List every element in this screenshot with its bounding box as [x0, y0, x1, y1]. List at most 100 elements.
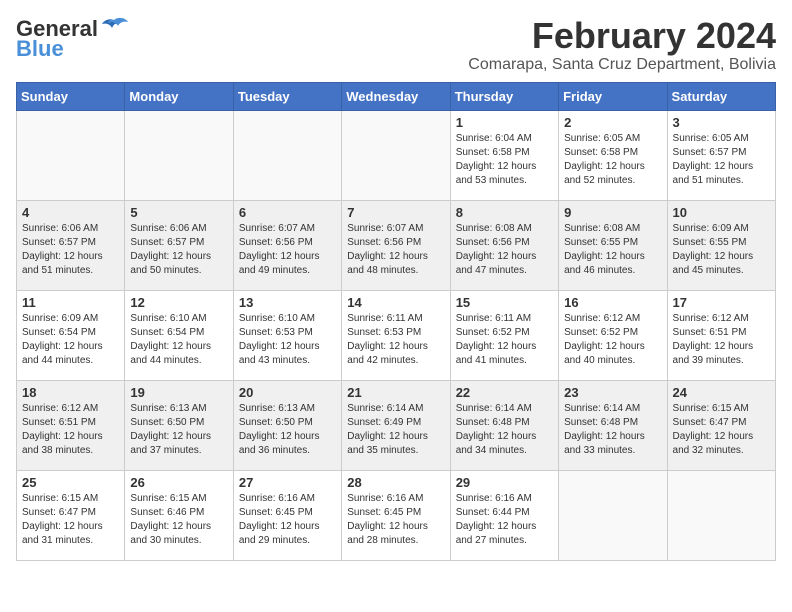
day-number: 18	[22, 385, 119, 400]
day-number: 7	[347, 205, 444, 220]
weekday-header-tuesday: Tuesday	[233, 82, 341, 110]
day-number: 26	[130, 475, 227, 490]
calendar-cell: 13 Sunrise: 6:10 AM Sunset: 6:53 PM Dayli…	[233, 290, 341, 380]
logo: General Blue	[16, 16, 128, 62]
day-number: 22	[456, 385, 553, 400]
day-number: 21	[347, 385, 444, 400]
calendar-cell: 10 Sunrise: 6:09 AM Sunset: 6:55 PM Dayli…	[667, 200, 775, 290]
calendar-table: SundayMondayTuesdayWednesdayThursdayFrid…	[16, 82, 776, 561]
day-info: Sunrise: 6:12 AM Sunset: 6:52 PM Dayligh…	[564, 312, 661, 368]
weekday-header-thursday: Thursday	[450, 82, 558, 110]
weekday-header-monday: Monday	[125, 82, 233, 110]
calendar-week-row: 11Sunrise: 6:09 AM Sunset: 6:54 PM Dayli…	[17, 290, 776, 380]
day-number: 24	[673, 385, 770, 400]
calendar-cell: 8 Sunrise: 6:08 AM Sunset: 6:56 PM Daylig…	[450, 200, 558, 290]
calendar-week-row: 1Sunrise: 6:04 AM Sunset: 6:58 PM Daylig…	[17, 110, 776, 200]
calendar-cell: 19 Sunrise: 6:13 AM Sunset: 6:50 PM Dayli…	[125, 380, 233, 470]
day-number: 2	[564, 115, 661, 130]
day-info: Sunrise: 6:13 AM Sunset: 6:50 PM Dayligh…	[239, 402, 336, 458]
day-info: Sunrise: 6:16 AM Sunset: 6:44 PM Dayligh…	[456, 492, 553, 548]
day-info: Sunrise: 6:14 AM Sunset: 6:48 PM Dayligh…	[456, 402, 553, 458]
day-info: Sunrise: 6:06 AM Sunset: 6:57 PM Dayligh…	[130, 222, 227, 278]
day-number: 3	[673, 115, 770, 130]
calendar-cell: 24 Sunrise: 6:15 AM Sunset: 6:47 PM Dayli…	[667, 380, 775, 470]
calendar-cell: 17 Sunrise: 6:12 AM Sunset: 6:51 PM Dayli…	[667, 290, 775, 380]
day-info: Sunrise: 6:10 AM Sunset: 6:53 PM Dayligh…	[239, 312, 336, 368]
day-number: 14	[347, 295, 444, 310]
calendar-cell: 12 Sunrise: 6:10 AM Sunset: 6:54 PM Dayli…	[125, 290, 233, 380]
day-number: 10	[673, 205, 770, 220]
calendar-cell	[667, 470, 775, 560]
calendar-cell: 29 Sunrise: 6:16 AM Sunset: 6:44 PM Dayli…	[450, 470, 558, 560]
day-info: Sunrise: 6:07 AM Sunset: 6:56 PM Dayligh…	[239, 222, 336, 278]
day-info: Sunrise: 6:08 AM Sunset: 6:56 PM Dayligh…	[456, 222, 553, 278]
calendar-cell: 18 Sunrise: 6:12 AM Sunset: 6:51 PM Dayli…	[17, 380, 125, 470]
day-number: 20	[239, 385, 336, 400]
calendar-cell: 5Sunrise: 6:06 AM Sunset: 6:57 PM Daylig…	[125, 200, 233, 290]
day-number: 8	[456, 205, 553, 220]
calendar-cell	[125, 110, 233, 200]
calendar-cell: 25 Sunrise: 6:15 AM Sunset: 6:47 PM Dayli…	[17, 470, 125, 560]
day-info: Sunrise: 6:12 AM Sunset: 6:51 PM Dayligh…	[673, 312, 770, 368]
calendar-cell: 1Sunrise: 6:04 AM Sunset: 6:58 PM Daylig…	[450, 110, 558, 200]
calendar-cell: 4Sunrise: 6:06 AM Sunset: 6:57 PM Daylig…	[17, 200, 125, 290]
day-number: 9	[564, 205, 661, 220]
calendar-cell: 7 Sunrise: 6:07 AM Sunset: 6:56 PM Daylig…	[342, 200, 450, 290]
calendar-cell: 9 Sunrise: 6:08 AM Sunset: 6:55 PM Daylig…	[559, 200, 667, 290]
logo-bird-icon	[100, 16, 128, 38]
calendar-cell: 16 Sunrise: 6:12 AM Sunset: 6:52 PM Dayli…	[559, 290, 667, 380]
day-info: Sunrise: 6:13 AM Sunset: 6:50 PM Dayligh…	[130, 402, 227, 458]
day-number: 28	[347, 475, 444, 490]
calendar-cell: 2 Sunrise: 6:05 AM Sunset: 6:58 PM Daylig…	[559, 110, 667, 200]
day-number: 23	[564, 385, 661, 400]
day-info: Sunrise: 6:15 AM Sunset: 6:46 PM Dayligh…	[130, 492, 227, 548]
calendar-cell: 21Sunrise: 6:14 AM Sunset: 6:49 PM Dayli…	[342, 380, 450, 470]
calendar-cell: 11Sunrise: 6:09 AM Sunset: 6:54 PM Dayli…	[17, 290, 125, 380]
calendar-cell	[342, 110, 450, 200]
day-number: 12	[130, 295, 227, 310]
weekday-header-row: SundayMondayTuesdayWednesdayThursdayFrid…	[17, 82, 776, 110]
day-number: 11	[22, 295, 119, 310]
weekday-header-friday: Friday	[559, 82, 667, 110]
day-info: Sunrise: 6:15 AM Sunset: 6:47 PM Dayligh…	[673, 402, 770, 458]
calendar-cell: 14 Sunrise: 6:11 AM Sunset: 6:53 PM Dayli…	[342, 290, 450, 380]
day-info: Sunrise: 6:11 AM Sunset: 6:53 PM Dayligh…	[347, 312, 444, 368]
day-info: Sunrise: 6:15 AM Sunset: 6:47 PM Dayligh…	[22, 492, 119, 548]
day-number: 16	[564, 295, 661, 310]
weekday-header-wednesday: Wednesday	[342, 82, 450, 110]
calendar-cell: 6 Sunrise: 6:07 AM Sunset: 6:56 PM Daylig…	[233, 200, 341, 290]
day-number: 6	[239, 205, 336, 220]
day-number: 25	[22, 475, 119, 490]
day-number: 19	[130, 385, 227, 400]
calendar-cell: 3 Sunrise: 6:05 AM Sunset: 6:57 PM Daylig…	[667, 110, 775, 200]
day-info: Sunrise: 6:12 AM Sunset: 6:51 PM Dayligh…	[22, 402, 119, 458]
calendar-cell	[17, 110, 125, 200]
day-info: Sunrise: 6:05 AM Sunset: 6:57 PM Dayligh…	[673, 132, 770, 188]
day-info: Sunrise: 6:08 AM Sunset: 6:55 PM Dayligh…	[564, 222, 661, 278]
page-title: February 2024	[468, 16, 776, 56]
day-info: Sunrise: 6:16 AM Sunset: 6:45 PM Dayligh…	[239, 492, 336, 548]
logo-blue: Blue	[16, 36, 64, 62]
weekday-header-sunday: Sunday	[17, 82, 125, 110]
day-info: Sunrise: 6:04 AM Sunset: 6:58 PM Dayligh…	[456, 132, 553, 188]
day-info: Sunrise: 6:10 AM Sunset: 6:54 PM Dayligh…	[130, 312, 227, 368]
title-section: February 2024 Comarapa, Santa Cruz Depar…	[468, 16, 776, 74]
calendar-cell: 22 Sunrise: 6:14 AM Sunset: 6:48 PM Dayli…	[450, 380, 558, 470]
day-info: Sunrise: 6:06 AM Sunset: 6:57 PM Dayligh…	[22, 222, 119, 278]
day-number: 29	[456, 475, 553, 490]
day-info: Sunrise: 6:05 AM Sunset: 6:58 PM Dayligh…	[564, 132, 661, 188]
day-number: 17	[673, 295, 770, 310]
page-header: General Blue February 2024 Comarapa, San…	[16, 16, 776, 74]
day-number: 13	[239, 295, 336, 310]
day-info: Sunrise: 6:11 AM Sunset: 6:52 PM Dayligh…	[456, 312, 553, 368]
day-info: Sunrise: 6:09 AM Sunset: 6:55 PM Dayligh…	[673, 222, 770, 278]
calendar-week-row: 4Sunrise: 6:06 AM Sunset: 6:57 PM Daylig…	[17, 200, 776, 290]
day-info: Sunrise: 6:07 AM Sunset: 6:56 PM Dayligh…	[347, 222, 444, 278]
calendar-cell: 28 Sunrise: 6:16 AM Sunset: 6:45 PM Dayli…	[342, 470, 450, 560]
calendar-cell: 23Sunrise: 6:14 AM Sunset: 6:48 PM Dayli…	[559, 380, 667, 470]
calendar-cell	[233, 110, 341, 200]
calendar-cell: 26 Sunrise: 6:15 AM Sunset: 6:46 PM Dayli…	[125, 470, 233, 560]
calendar-cell: 15Sunrise: 6:11 AM Sunset: 6:52 PM Dayli…	[450, 290, 558, 380]
weekday-header-saturday: Saturday	[667, 82, 775, 110]
day-info: Sunrise: 6:16 AM Sunset: 6:45 PM Dayligh…	[347, 492, 444, 548]
